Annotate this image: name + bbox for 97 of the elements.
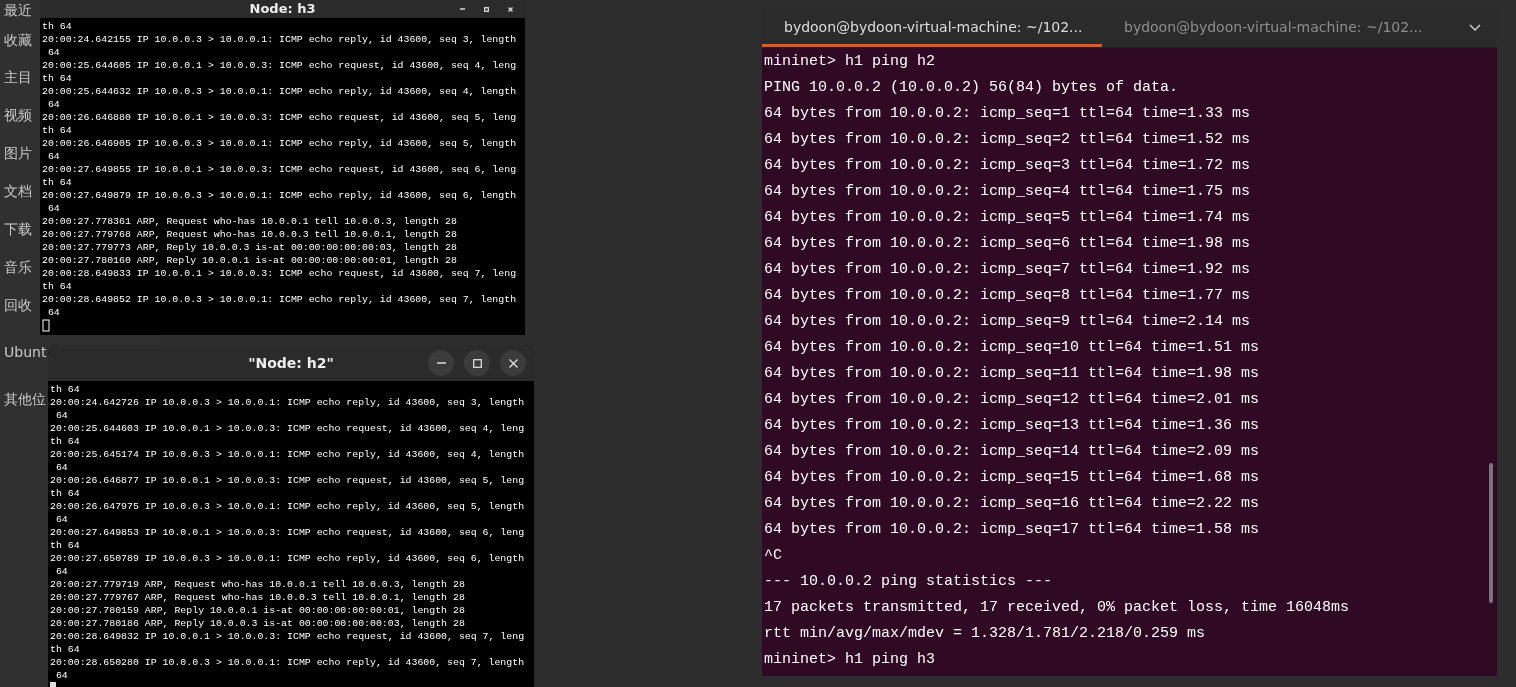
maximize-button[interactable]: [464, 350, 490, 376]
terminal-line: 64: [54, 513, 69, 526]
terminal-line: 20:00:27.780186 ARP, Reply 10.0.0.3 is-at 00:00:00:00:00:03, length 28: [50, 617, 466, 630]
cursor-icon: [42, 319, 50, 332]
sidebar-item[interactable]: 音乐: [4, 257, 32, 277]
terminal-line: 64 bytes from 10.0.0.2: icmp_seq=3 ttl=64 time=1.72 ms: [763, 156, 1252, 176]
terminal-line: 64 bytes from 10.0.0.2: icmp_seq=4 ttl=64 time=1.75 ms: [763, 182, 1252, 202]
sidebar-item[interactable]: Ubunt: [4, 342, 47, 362]
minimize-button[interactable]: [428, 350, 454, 376]
terminal-line: 20:00:28.649833 IP 10.0.0.1 > 10.0.0.3: ICMP echo request, id 43600, seq 7, leng: [42, 267, 518, 280]
terminal-tab[interactable]: bydoon@bydoon-virtual-machine: ~/102...: [1102, 8, 1442, 47]
terminal-line: 20:00:28.650280 IP 10.0.0.3 > 10.0.0.1: ICMP echo reply, id 43600, seq 7, length: [50, 656, 526, 669]
terminal-line: 64 bytes from 10.0.0.2: icmp_seq=17 ttl=64 time=1.58 ms: [763, 520, 1261, 540]
terminal-line: 20:00:28.649852 IP 10.0.0.3 > 10.0.0.1: ICMP echo reply, id 43600, seq 7, length: [42, 293, 518, 306]
terminal-line: th 64: [50, 539, 81, 552]
sidebar-item[interactable]: 最近: [4, 0, 32, 20]
terminal-line: 20:00:27.779768 ARP, Request who-has 10.0.0.3 tell 10.0.0.1, length 28: [42, 228, 458, 241]
terminal-line: th 64: [42, 280, 73, 293]
terminal-line: 64 bytes from 10.0.0.2: icmp_seq=16 ttl=64 time=2.22 ms: [763, 494, 1261, 514]
terminal-line: 20:00:27.779767 ARP, Request who-has 10.0.0.3 tell 10.0.0.1, length 28: [50, 591, 466, 604]
close-icon: [508, 358, 518, 368]
sidebar-item[interactable]: 回收: [4, 295, 32, 315]
terminal-line: 64 bytes from 10.0.0.2: icmp_seq=1 ttl=64 time=1.33 ms: [763, 104, 1252, 124]
terminal-line: 64 bytes from 10.0.0.2: icmp_seq=5 ttl=64 time=1.74 ms: [763, 208, 1252, 228]
terminal-tab[interactable]: bydoon@bydoon-virtual-machine: ~/102...: [762, 8, 1102, 47]
terminal-line: 20:00:25.645174 IP 10.0.0.3 > 10.0.0.1: ICMP echo reply, id 43600, seq 4, length: [50, 448, 526, 461]
scrollbar-thumb[interactable]: [1489, 463, 1493, 603]
window-title: "Node: h2": [248, 353, 334, 373]
chevron-down-icon: [1469, 23, 1481, 32]
terminal-line: 64: [54, 669, 69, 682]
window-title: Node: h3: [249, 1, 316, 17]
terminal-line: 20:00:27.779719 ARP, Request who-has 10.0.0.1 tell 10.0.0.3, length 28: [50, 578, 466, 591]
terminal-line: 20:00:26.646880 IP 10.0.0.1 > 10.0.0.3: ICMP echo request, id 43600, seq 5, leng: [42, 111, 518, 124]
terminal-line: 64: [46, 98, 61, 111]
terminal-line: th 64: [42, 176, 73, 189]
sidebar-item[interactable]: 图片: [4, 143, 32, 163]
terminal-line: 20:00:27.780159 ARP, Reply 10.0.0.1 is-at 00:00:00:00:00:01, length 28: [50, 604, 466, 617]
close-icon: [507, 6, 513, 12]
terminal-line: 20:00:27.649853 IP 10.0.0.1 > 10.0.0.3: ICMP echo request, id 43600, seq 6, leng: [50, 526, 526, 539]
terminal-line: 20:00:24.642155 IP 10.0.0.3 > 10.0.0.1: ICMP echo reply, id 43600, seq 3, length: [42, 33, 518, 46]
terminal-line: 20:00:27.779773 ARP, Reply 10.0.0.3 is-at 00:00:00:00:00:03, length 28: [42, 241, 458, 254]
terminal-line: 20:00:26.646877 IP 10.0.0.1 > 10.0.0.3: ICMP echo request, id 43600, seq 5, leng: [50, 474, 526, 487]
terminal-line: 64: [46, 202, 61, 215]
terminal-line: 20:00:27.649855 IP 10.0.0.1 > 10.0.0.3: ICMP echo request, id 43600, seq 6, leng: [42, 163, 518, 176]
terminal-line: 64 bytes from 10.0.0.2: icmp_seq=6 ttl=64 time=1.98 ms: [763, 234, 1252, 254]
terminal-line: th 64: [42, 20, 73, 33]
terminal-line: th 64: [50, 383, 81, 396]
terminal-line: 64 bytes from 10.0.0.2: icmp_seq=10 ttl=64 time=1.51 ms: [763, 338, 1261, 358]
terminal-line: 20:00:25.644603 IP 10.0.0.1 > 10.0.0.3: ICMP echo request, id 43600, seq 4, leng: [50, 422, 526, 435]
terminal-line: 20:00:27.650789 IP 10.0.0.3 > 10.0.0.1: ICMP echo reply, id 43600, seq 6, length: [50, 552, 526, 565]
terminal-line: 20:00:25.644605 IP 10.0.0.1 > 10.0.0.3: ICMP echo request, id 43600, seq 4, leng: [42, 59, 518, 72]
terminal-line: mininet> h1 ping h2: [763, 52, 937, 72]
sidebar-item[interactable]: 下载: [4, 219, 32, 239]
terminal-line: 17 packets transmitted, 17 received, 0% packet loss, time 16048ms: [763, 598, 1351, 618]
terminal-line: 20:00:24.642726 IP 10.0.0.3 > 10.0.0.1: ICMP echo reply, id 43600, seq 3, length: [50, 396, 526, 409]
terminal-line: 64 bytes from 10.0.0.2: icmp_seq=13 ttl=64 time=1.36 ms: [763, 416, 1261, 436]
terminal-line: 64: [54, 409, 69, 422]
terminal-line: th 64: [42, 124, 73, 137]
terminal-line: rtt min/avg/max/mdev = 1.328/1.781/2.218/0.259 ms: [763, 624, 1207, 644]
terminal-line: 20:00:26.646905 IP 10.0.0.3 > 10.0.0.1: ICMP echo reply, id 43600, seq 5, length: [42, 137, 518, 150]
terminal-line: 64 bytes from 10.0.0.2: icmp_seq=9 ttl=64 time=2.14 ms: [763, 312, 1252, 332]
terminal-line: 64 bytes from 10.0.0.2: icmp_seq=11 ttl=64 time=1.98 ms: [763, 364, 1261, 384]
terminal-line: 64 bytes from 10.0.0.2: icmp_seq=14 ttl=64 time=2.09 ms: [763, 442, 1261, 462]
terminal-line: 64 bytes from 10.0.0.2: icmp_seq=8 ttl=64 time=1.77 ms: [763, 286, 1252, 306]
sidebar-item[interactable]: 视频: [4, 105, 32, 125]
minimize-icon: [459, 8, 465, 10]
terminal-line: 20:00:26.647975 IP 10.0.0.3 > 10.0.0.1: ICMP echo reply, id 43600, seq 5, length: [50, 500, 526, 513]
sidebar-item[interactable]: 文档: [4, 181, 32, 201]
terminal-line: 64: [46, 46, 61, 59]
terminal-line: --- 10.0.0.2 ping statistics ---: [763, 572, 1054, 592]
terminal-line: th 64: [42, 72, 73, 85]
sidebar-item[interactable]: 其他位: [4, 389, 46, 409]
terminal-line: 20:00:27.649879 IP 10.0.0.3 > 10.0.0.1: ICMP echo reply, id 43600, seq 6, length: [42, 189, 518, 202]
terminal-line: 64: [46, 306, 61, 319]
terminal-line: 64: [46, 150, 61, 163]
maximize-icon: [472, 358, 482, 368]
terminal-line: ^C: [763, 546, 783, 566]
terminal-line: th 64: [50, 487, 81, 500]
terminal-line: 20:00:28.649832 IP 10.0.0.1 > 10.0.0.3: ICMP echo request, id 43600, seq 7, leng: [50, 630, 526, 643]
terminal-line: th 64: [50, 435, 81, 448]
terminal-line: 64: [54, 461, 69, 474]
terminal-line: 64 bytes from 10.0.0.2: icmp_seq=7 ttl=64 time=1.92 ms: [763, 260, 1252, 280]
terminal-line: PING 10.0.0.2 (10.0.0.2) 56(84) bytes of data.: [763, 78, 1180, 98]
minimize-icon: [436, 362, 446, 364]
terminal-line: 20:00:25.644632 IP 10.0.0.3 > 10.0.0.1: ICMP echo reply, id 43600, seq 4, length: [42, 85, 518, 98]
sidebar-item[interactable]: 主目: [4, 67, 32, 87]
terminal-line: mininet> h1 ping h3: [763, 650, 937, 670]
sidebar-item[interactable]: 收藏: [4, 30, 32, 50]
terminal-line: 20:00:27.778361 ARP, Request who-has 10.0.0.1 tell 10.0.0.3, length 28: [42, 215, 458, 228]
terminal-line: 64 bytes from 10.0.0.2: icmp_seq=15 ttl=64 time=1.68 ms: [763, 468, 1261, 488]
maximize-icon: [483, 6, 489, 12]
terminal-line: 64 bytes from 10.0.0.2: icmp_seq=2 ttl=64 time=1.52 ms: [763, 130, 1252, 150]
terminal-line: th 64: [50, 643, 81, 656]
close-button[interactable]: [500, 350, 526, 376]
terminal-line: 64 bytes from 10.0.0.2: icmp_seq=12 ttl=64 time=2.01 ms: [763, 390, 1261, 410]
terminal-line: 64: [54, 565, 69, 578]
terminal-line: 20:00:27.780160 ARP, Reply 10.0.0.1 is-at 00:00:00:00:00:01, length 28: [42, 254, 458, 267]
